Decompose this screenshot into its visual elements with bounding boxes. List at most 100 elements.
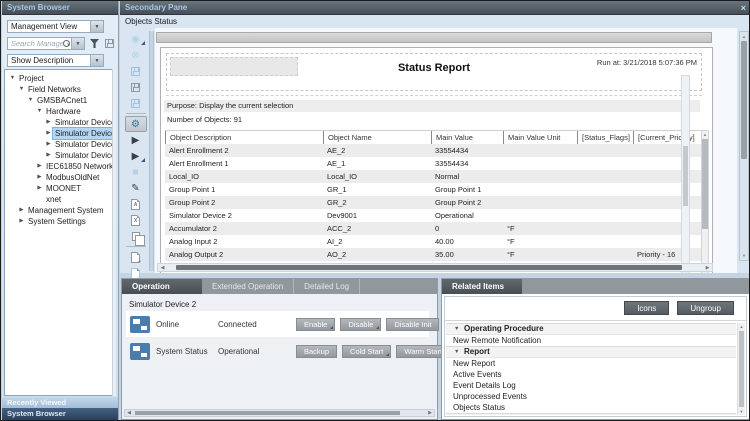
collapse-arrow-icon[interactable]: ▼: [454, 323, 464, 335]
column-header[interactable]: Main Value: [431, 131, 503, 144]
recently-viewed-bar[interactable]: Recently Viewed: [2, 397, 118, 408]
expand-arrow-icon[interactable]: ▶: [17, 205, 26, 216]
column-header[interactable]: Object Description: [165, 131, 323, 144]
collapse-arrow-icon[interactable]: ▼: [17, 84, 26, 95]
scroll-up-icon[interactable]: ▲: [738, 323, 745, 330]
table-row[interactable]: Analog Input 2AI_240.00°F: [165, 235, 701, 248]
record-icon[interactable]: ◉: [125, 31, 147, 47]
collapse-arrow-icon[interactable]: ▼: [454, 346, 464, 358]
report-vertical-scrollbar[interactable]: [681, 75, 690, 273]
table-row[interactable]: Local_IOLocal_IONormal: [165, 170, 701, 183]
collapse-arrow-icon[interactable]: ▼: [26, 95, 35, 106]
expand-arrow-icon[interactable]: ▶: [17, 216, 26, 227]
backup-button[interactable]: Backup: [296, 345, 337, 358]
tree-scrollbar[interactable]: [112, 69, 116, 396]
system-browser-bar[interactable]: System Browser: [2, 408, 118, 420]
report-parameter-strip[interactable]: [156, 32, 712, 43]
scroll-down-icon[interactable]: ▼: [738, 408, 745, 415]
save-as-icon[interactable]: [125, 79, 147, 95]
tree-item[interactable]: ▶Management System: [5, 205, 115, 216]
related-item-link[interactable]: New Remote Notification: [446, 335, 736, 346]
export-pdf-icon[interactable]: A: [125, 196, 147, 212]
table-row[interactable]: Simulator Device 2Dev9001Operational: [165, 209, 701, 222]
scrollbar-thumb[interactable]: [741, 41, 747, 159]
operation-horizontal-scrollbar[interactable]: ◀ ▶: [124, 409, 435, 417]
settings-gear-icon[interactable]: ⚙: [125, 116, 147, 132]
tree-item[interactable]: ▶Simulator Device 2: [5, 128, 115, 139]
cold-start-button[interactable]: Cold Start: [342, 345, 391, 358]
tree-item[interactable]: xnet: [5, 194, 115, 205]
run-icon[interactable]: ▶: [125, 132, 147, 148]
tree-item[interactable]: ▶MOONET: [5, 183, 115, 194]
collapse-arrow-icon[interactable]: ▼: [8, 73, 17, 84]
save-icon[interactable]: [125, 63, 147, 79]
column-header[interactable]: [Current_Priority]: [633, 131, 701, 144]
management-view-dropdown[interactable]: Management View ▼: [7, 20, 104, 33]
export-document-icon[interactable]: →: [125, 249, 147, 265]
chevron-down-icon[interactable]: ▼: [90, 21, 103, 32]
scrollbar-thumb[interactable]: [135, 411, 400, 415]
scrollbar-thumb[interactable]: [702, 139, 708, 229]
save-copy-icon[interactable]: [125, 95, 147, 111]
copy-properties-icon[interactable]: [125, 228, 147, 244]
scrollbar-thumb[interactable]: [683, 146, 688, 206]
tree-item[interactable]: ▶IEC61850 Network1: [5, 161, 115, 172]
stop-icon[interactable]: ■: [125, 164, 147, 180]
ungroup-button[interactable]: Ungroup: [677, 301, 734, 315]
tab-detailed-log[interactable]: Detailed Log: [294, 279, 360, 294]
related-item-link[interactable]: New Report: [446, 358, 736, 369]
enable-button[interactable]: Enable: [296, 318, 335, 331]
tree-item[interactable]: ▶System Settings: [5, 216, 115, 227]
tree-item[interactable]: ▼GMSBACnet1: [5, 95, 115, 106]
collapse-arrow-icon[interactable]: ▼: [454, 413, 464, 415]
tab-operation[interactable]: Operation: [122, 279, 202, 294]
chevron-down-icon[interactable]: ▼: [71, 38, 84, 49]
scrollbar-thumb[interactable]: [176, 265, 682, 270]
tree-item[interactable]: ▶Simulator Device 100: [5, 150, 115, 161]
pane-splitter[interactable]: [149, 31, 154, 271]
related-group-header[interactable]: ▼Operating Procedure: [446, 323, 736, 335]
expand-arrow-icon[interactable]: ▶: [44, 128, 53, 139]
tree-item[interactable]: ▼Hardware: [5, 106, 115, 117]
scroll-down-icon[interactable]: ▼: [740, 252, 748, 259]
chevron-down-icon[interactable]: ▼: [90, 55, 103, 66]
scroll-right-icon[interactable]: ▶: [426, 410, 434, 416]
save-search-icon[interactable]: [105, 39, 114, 48]
related-items-scrollbar[interactable]: ▲ ▼: [737, 323, 745, 415]
tree-item[interactable]: ▼Field Networks: [5, 84, 115, 95]
scroll-right-icon[interactable]: ▶: [703, 264, 712, 271]
table-row[interactable]: Alert Enrollment 1AE_133554434: [165, 157, 701, 170]
scroll-left-icon[interactable]: ◀: [158, 264, 167, 271]
scroll-left-icon[interactable]: ◀: [125, 410, 133, 416]
tree-item[interactable]: ▶Simulator Device 1: [5, 117, 115, 128]
export-excel-icon[interactable]: X: [125, 212, 147, 228]
table-row[interactable]: Group Point 1GR_1Group Point 1: [165, 183, 701, 196]
scrollbar-thumb[interactable]: [739, 331, 744, 407]
related-item-link[interactable]: Unprocessed Events: [446, 391, 736, 402]
tab-extended-operation[interactable]: Extended Operation: [202, 279, 294, 294]
collapse-arrow-icon[interactable]: ▼: [35, 106, 44, 117]
table-row[interactable]: Analog Output 2AO_235.00°FPriority - 16: [165, 248, 701, 261]
scroll-up-icon[interactable]: ▲: [740, 33, 748, 40]
table-row[interactable]: Accumulator 2ACC_20°F: [165, 222, 701, 235]
search-input[interactable]: Search Management ▼: [7, 37, 85, 50]
related-group-header[interactable]: ▼Trend: [446, 413, 736, 415]
tree-item[interactable]: ▼Project: [5, 73, 115, 84]
tree-item[interactable]: ▶ModbusOldNet: [5, 172, 115, 183]
close-icon[interactable]: ×: [741, 1, 746, 15]
tree-item[interactable]: ▶Simulator Device 50: [5, 139, 115, 150]
column-header[interactable]: [Status_Flags]: [577, 131, 633, 144]
report-horizontal-scrollbar[interactable]: ◀ ▶: [157, 263, 713, 272]
tab-related-items[interactable]: Related Items: [442, 279, 522, 294]
table-row[interactable]: Group Point 2GR_2Group Point 2: [165, 196, 701, 209]
table-row[interactable]: Alert Enrollment 2AE_233554434: [165, 144, 701, 157]
related-item-link[interactable]: Active Events: [446, 369, 736, 380]
show-description-dropdown[interactable]: Show Description ▼: [7, 54, 104, 67]
objects-status-tab[interactable]: Objects Status: [125, 17, 177, 26]
table-vertical-scrollbar[interactable]: ▲ ▼: [701, 130, 709, 273]
pane-vertical-scrollbar[interactable]: ▲ ▼: [739, 31, 749, 261]
related-item-link[interactable]: Event Details Log: [446, 380, 736, 391]
expand-arrow-icon[interactable]: ▶: [44, 117, 53, 128]
edit-pen-icon[interactable]: ✎: [125, 180, 147, 196]
related-item-link[interactable]: Objects Status: [446, 402, 736, 413]
